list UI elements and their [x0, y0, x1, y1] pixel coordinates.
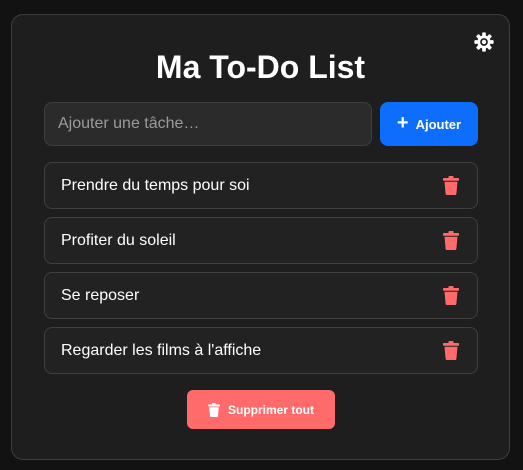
task-text: Se reposer [61, 286, 140, 304]
add-task-button[interactable]: + Ajouter [380, 102, 478, 146]
trash-icon [443, 286, 459, 305]
task-text: Profiter du soleil [61, 231, 176, 249]
task-text: Regarder les films à l'affiche [61, 341, 262, 359]
task-list: Prendre du temps pour soi Profiter du so… [44, 162, 478, 382]
clear-all-button[interactable]: Supprimer tout [187, 390, 335, 429]
trash-icon [443, 231, 459, 250]
trash-icon [208, 402, 220, 417]
delete-task-trash-icon[interactable] [441, 340, 461, 362]
delete-task-trash-icon[interactable] [441, 230, 461, 252]
clear-all-button-label: Supprimer tout [228, 402, 314, 417]
task-item: Se reposer [44, 272, 478, 319]
delete-task-trash-icon[interactable] [441, 285, 461, 307]
task-input[interactable] [44, 102, 372, 146]
add-task-button-label: Ajouter [415, 116, 462, 132]
task-item: Prendre du temps pour soi [44, 162, 478, 209]
task-item: Profiter du soleil [44, 217, 478, 264]
trash-icon [443, 341, 459, 360]
task-item: Regarder les films à l'affiche [44, 327, 478, 374]
task-text: Prendre du temps pour soi [61, 176, 250, 194]
delete-task-trash-icon[interactable] [441, 175, 461, 197]
trash-icon [443, 176, 459, 195]
plus-icon: + [396, 112, 409, 134]
page-title: Ma To-Do List [155, 49, 366, 85]
